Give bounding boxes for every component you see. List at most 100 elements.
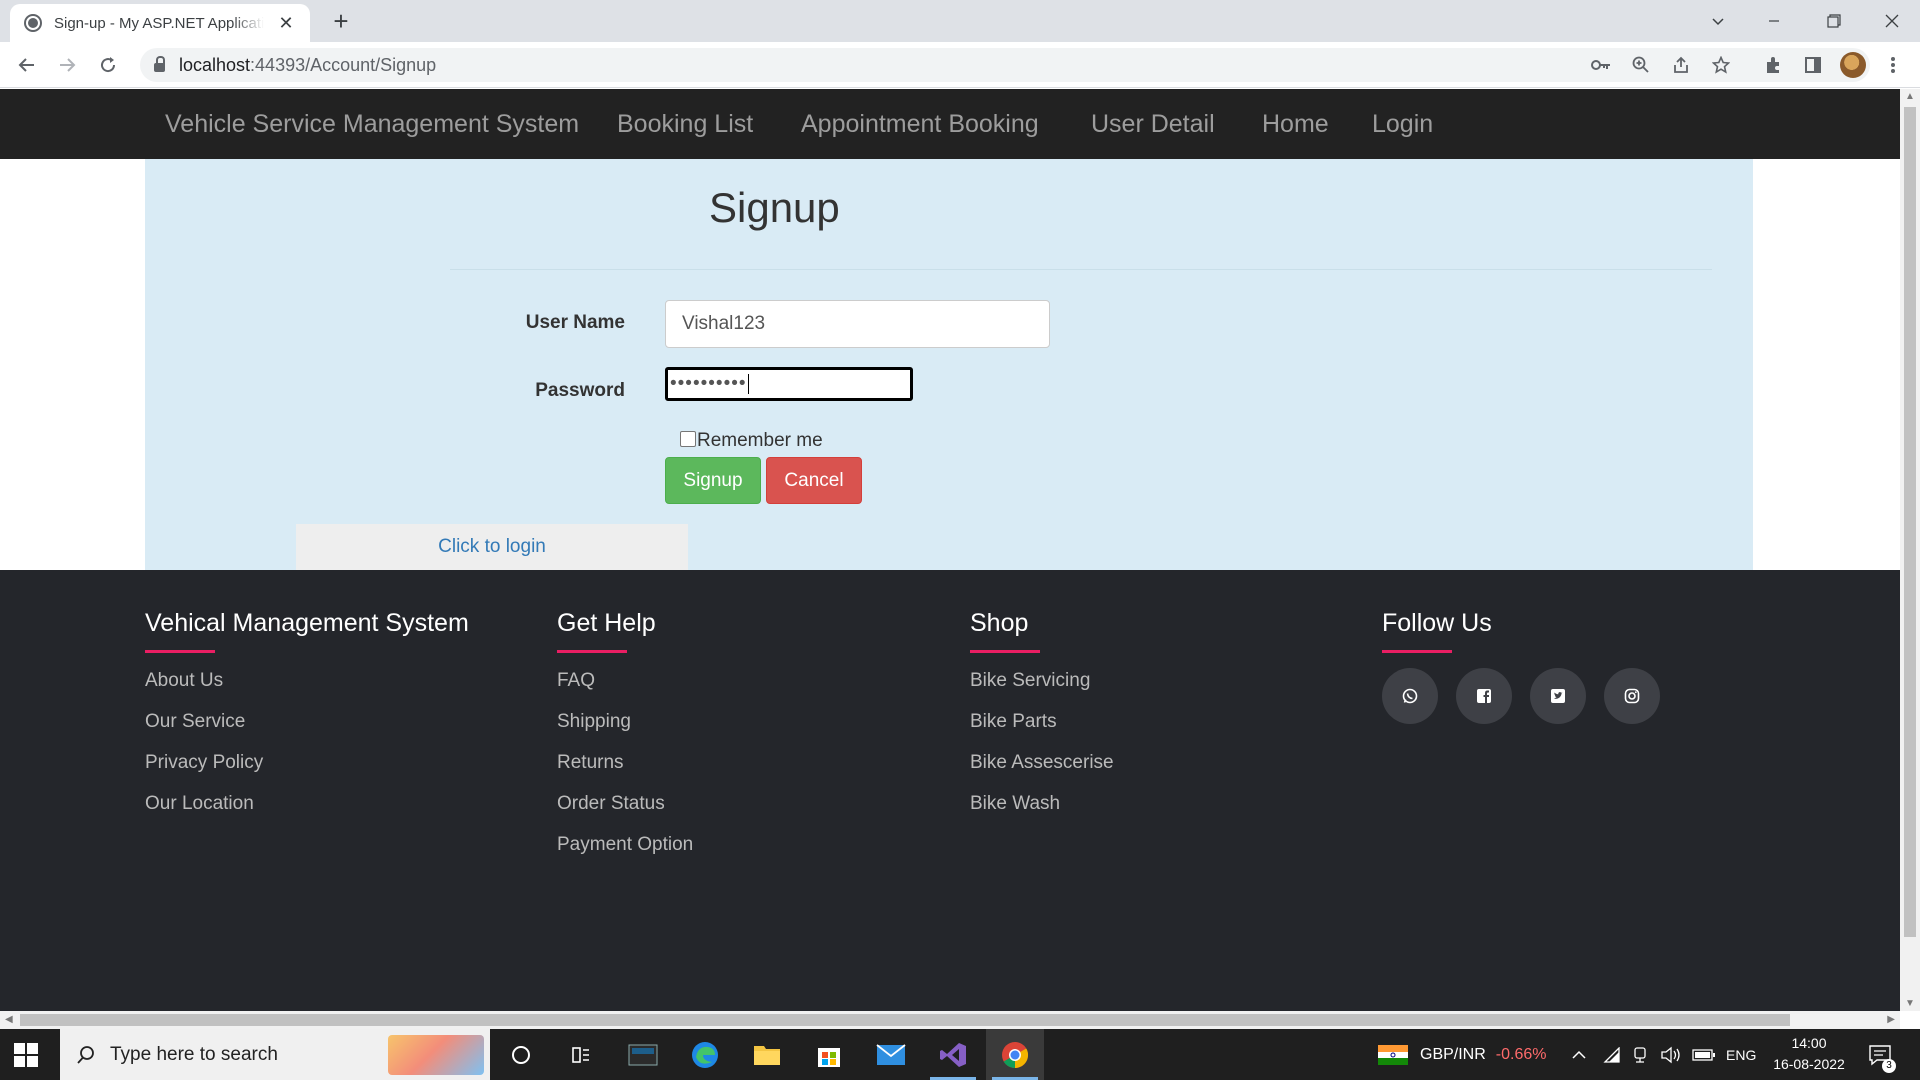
remember-me-label[interactable]: Remember me [697,430,823,452]
mail-icon[interactable] [862,1029,920,1080]
heading-underline [970,650,1040,653]
footer-link-bike-wash[interactable]: Bike Wash [970,790,1114,831]
footer-heading: Get Help [557,609,656,637]
restore-button[interactable] [1806,0,1862,42]
instagram-icon[interactable] [1604,668,1660,724]
heading-underline [145,650,215,653]
visual-studio-icon[interactable] [924,1029,982,1080]
footer-column-help: Get Help FAQ Shipping Returns Order Stat… [557,609,693,872]
vertical-scroll-thumb[interactable] [1904,107,1916,937]
zoom-icon[interactable] [1628,52,1654,78]
url-text: localhost:44393/Account/Signup [179,54,437,75]
footer-column-follow: Follow Us [1382,609,1660,724]
horizontal-scrollbar[interactable]: ◀ ▶ [0,1011,1900,1029]
cancel-button[interactable]: Cancel [766,457,862,504]
stock-ticker[interactable]: GBP/INR -0.66% [1378,1029,1547,1080]
page-viewport: Vehicle Service Management System Bookin… [0,89,1900,1011]
password-input[interactable]: •••••••••• [665,367,913,401]
file-explorer-icon[interactable] [738,1029,796,1080]
close-tab-icon[interactable]: ✕ [276,13,296,34]
footer-link-bike-servicing[interactable]: Bike Servicing [970,667,1114,708]
close-window-button[interactable] [1864,0,1920,42]
page-title: Signup [709,184,840,231]
system-clock[interactable]: 14:00 16-08-2022 [1764,1033,1854,1075]
nav-item-user-detail[interactable]: User Detail [1091,89,1215,159]
lock-icon [154,56,165,72]
new-tab-button[interactable]: + [326,6,356,36]
site-navbar: Vehicle Service Management System Bookin… [0,89,1900,159]
wifi-icon[interactable] [1603,1029,1621,1080]
chrome-icon[interactable] [986,1029,1044,1080]
nav-item-booking-list[interactable]: Booking List [617,89,753,159]
forward-arrow-icon[interactable] [52,50,82,80]
ticker-change: -0.66% [1495,1045,1547,1063]
footer-link-our-service[interactable]: Our Service [145,708,469,749]
bookmark-star-icon[interactable] [1708,52,1734,78]
cortana-icon[interactable] [492,1029,550,1080]
footer-link-privacy-policy[interactable]: Privacy Policy [145,749,469,790]
click-to-login-link[interactable]: Click to login [438,536,546,558]
nav-item-appointment-booking[interactable]: Appointment Booking [801,89,1039,159]
meet-now-icon[interactable] [1632,1029,1648,1080]
microsoft-store-icon[interactable] [800,1029,858,1080]
signup-button[interactable]: Signup [665,457,761,504]
vertical-scrollbar[interactable]: ▲ ▼ [1900,89,1920,1011]
extensions-icon[interactable] [1760,52,1786,78]
username-label: User Name [525,312,625,333]
footer-link-returns[interactable]: Returns [557,749,693,790]
footer-link-payment-option[interactable]: Payment Option [557,831,693,872]
facebook-icon[interactable] [1456,668,1512,724]
browser-tab[interactable]: Sign-up - My ASP.NET Application ✕ [10,4,310,42]
search-icon [77,1045,94,1064]
footer-link-shipping[interactable]: Shipping [557,708,693,749]
back-arrow-icon[interactable] [12,50,42,80]
notification-center-icon[interactable]: 3 [1868,1029,1896,1080]
windows-start-icon[interactable] [14,1043,38,1067]
footer-column-about: Vehical Management System About Us Our S… [145,609,469,831]
language-indicator[interactable]: ENG [1726,1029,1756,1080]
menu-dots-icon[interactable] [1880,52,1906,78]
edge-browser-icon[interactable] [676,1029,734,1080]
tab-search-icon[interactable] [1690,0,1746,42]
footer-column-shop: Shop Bike Servicing Bike Parts Bike Asse… [970,609,1114,831]
tray-chevron-up-icon[interactable] [1572,1029,1586,1080]
windows-taskbar: Type here to search GBP/INR -0.66% ENG 1… [0,1029,1920,1080]
volume-icon[interactable] [1660,1029,1682,1080]
mysql-workbench-icon[interactable] [614,1029,672,1080]
footer-link-about-us[interactable]: About Us [145,667,469,708]
username-input[interactable]: Vishal123 [665,300,1050,348]
tab-title: Sign-up - My ASP.NET Application [54,14,264,32]
footer-heading: Follow Us [1382,609,1492,637]
nav-brand[interactable]: Vehicle Service Management System [165,89,579,159]
horizontal-scroll-thumb[interactable] [20,1014,1790,1026]
key-icon[interactable] [1588,52,1614,78]
nav-item-home[interactable]: Home [1262,89,1329,159]
heading-underline [1382,650,1452,653]
profile-avatar[interactable] [1840,52,1866,78]
whatsapp-icon[interactable] [1382,668,1438,724]
twitter-icon[interactable] [1530,668,1586,724]
notification-count-badge: 3 [1882,1059,1896,1073]
share-icon[interactable] [1668,52,1694,78]
side-panel-icon[interactable] [1800,52,1826,78]
footer-link-order-status[interactable]: Order Status [557,790,693,831]
clock-time: 14:00 [1791,1035,1827,1051]
nav-item-login[interactable]: Login [1372,89,1433,159]
footer-link-our-location[interactable]: Our Location [145,790,469,831]
browser-toolbar: localhost:44393/Account/Signup [0,42,1920,88]
footer-link-bike-parts[interactable]: Bike Parts [970,708,1114,749]
battery-icon[interactable] [1692,1029,1716,1080]
browser-tab-bar: Sign-up - My ASP.NET Application ✕ + [0,0,1920,42]
minimize-button[interactable] [1746,0,1802,42]
social-links [1382,668,1660,724]
reload-icon[interactable] [93,50,123,80]
login-link-box: Click to login [296,524,688,570]
ticker-label: GBP/INR [1420,1045,1486,1063]
taskbar-search[interactable]: Type here to search [60,1029,490,1080]
remember-me-checkbox[interactable] [680,431,696,447]
heading-underline [557,650,627,653]
title-divider [450,269,1712,270]
task-view-icon[interactable] [552,1029,610,1080]
footer-link-bike-assescerise[interactable]: Bike Assescerise [970,749,1114,790]
footer-link-faq[interactable]: FAQ [557,667,693,708]
